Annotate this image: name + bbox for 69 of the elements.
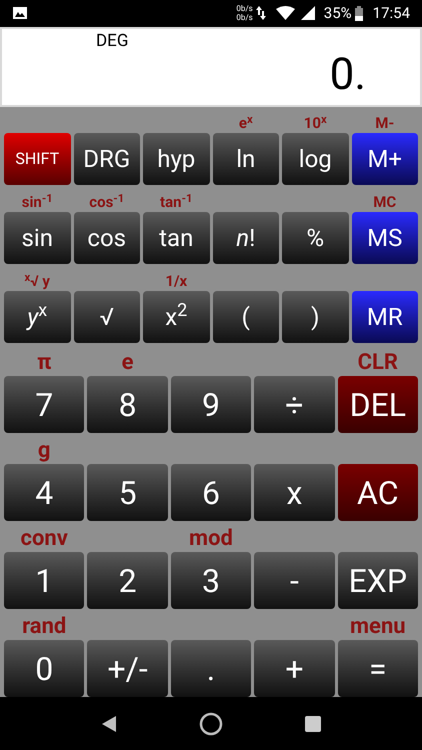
calculator-key[interactable]: SHIFT <box>4 133 70 186</box>
calculator-key[interactable]: EXP <box>338 552 418 610</box>
display-value: 0. <box>330 52 366 96</box>
data-arrows-icon <box>256 5 266 22</box>
calculator-key[interactable]: 7 <box>4 376 84 434</box>
shift-label: rand <box>22 616 66 638</box>
calculator-key[interactable]: 5 <box>87 464 168 522</box>
calculator-key[interactable]: x$^{2}$ <box>143 291 210 344</box>
shift-label: sin$^{-1}$ <box>22 195 53 210</box>
calculator-key[interactable]: 6 <box>170 464 252 522</box>
calculator-key[interactable]: cos <box>74 212 140 264</box>
angle-mode: DEG <box>96 30 128 52</box>
calculator-key[interactable]: - <box>254 552 335 610</box>
calculator-key[interactable]: +/- <box>87 640 168 698</box>
shift-label: tan$^{-1}$ <box>160 195 192 210</box>
calculator-key[interactable]: n! <box>212 212 279 264</box>
back-icon[interactable] <box>100 714 118 733</box>
image-icon <box>12 6 28 20</box>
shift-label: mod <box>189 528 233 550</box>
shift-label: e$^{x}$ <box>238 116 253 132</box>
shift-label: 10$^{x}$ <box>304 116 327 132</box>
calculator-key[interactable]: log <box>282 133 348 186</box>
calculator-key[interactable]: ( <box>212 291 279 344</box>
net-speed: 0b/s <box>236 13 253 22</box>
calculator-key[interactable]: 1 <box>4 552 84 610</box>
calculator-key[interactable]: 0 <box>4 640 84 698</box>
battery-icon <box>354 6 363 21</box>
calculator-key[interactable]: ln <box>212 133 279 186</box>
calculator-key[interactable]: hyp <box>143 133 210 186</box>
calculator-key[interactable]: x <box>254 464 335 522</box>
shift-label: π <box>37 352 52 374</box>
calculator-key[interactable]: AC <box>338 464 418 522</box>
calculator-key[interactable]: 8 <box>87 376 168 434</box>
calculator-key[interactable]: . <box>170 640 252 698</box>
calculator-key[interactable]: DEL <box>338 376 418 434</box>
shift-label: 1/x <box>165 274 188 290</box>
shift-label: $^{x}$√ y <box>24 274 50 290</box>
calculator-key[interactable]: sin <box>4 212 70 264</box>
calculator-key[interactable]: 2 <box>87 552 168 610</box>
recents-icon[interactable] <box>304 714 322 733</box>
calculator-key[interactable]: tan <box>143 212 210 264</box>
net-speed: 0b/s <box>236 4 253 14</box>
battery-percent: 35% <box>324 3 352 24</box>
calculator-key[interactable]: MS <box>352 212 418 264</box>
calculator-key[interactable]: 3 <box>170 552 252 610</box>
calculator-key[interactable]: + <box>254 640 335 698</box>
calculator-key[interactable]: √ <box>74 291 140 344</box>
calculator-key[interactable]: = <box>338 640 418 698</box>
calculator-key[interactable]: DRG <box>74 133 140 186</box>
wifi-icon <box>276 6 295 20</box>
signal-icon <box>300 6 315 20</box>
shift-label: CLR <box>358 352 398 374</box>
clock: 17:54 <box>372 3 410 24</box>
calculator-key[interactable]: ) <box>282 291 348 344</box>
calculator-key[interactable]: % <box>282 212 348 264</box>
calculator-key[interactable]: ÷ <box>254 376 335 434</box>
shift-label: conv <box>20 528 68 550</box>
shift-label: cos$^{-1}$ <box>89 195 124 210</box>
shift-label: menu <box>350 616 406 638</box>
calculator-key[interactable]: MR <box>352 291 418 344</box>
shift-label: MC <box>373 195 396 210</box>
calculator-key[interactable]: 4 <box>4 464 84 522</box>
home-icon[interactable] <box>198 712 223 736</box>
shift-label: M- <box>375 116 394 132</box>
shift-label: e <box>122 352 134 374</box>
calculator-key[interactable]: 9 <box>170 376 252 434</box>
calculator-key[interactable]: y$^{x}$ <box>4 291 70 344</box>
shift-label: g <box>38 440 50 462</box>
calculator-key[interactable]: M+ <box>352 133 418 186</box>
